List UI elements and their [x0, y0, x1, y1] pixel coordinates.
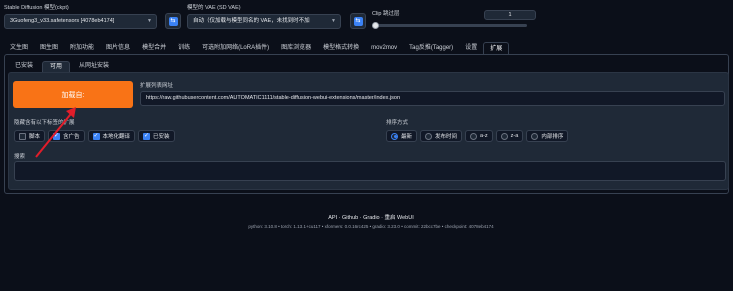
- tab-mov2mov[interactable]: mov2mov: [365, 42, 403, 54]
- checkpoint-label: Stable Diffusion 模型(ckpt): [4, 5, 69, 11]
- tab-image-browser[interactable]: 图库浏览器: [275, 42, 317, 54]
- sort-date-option[interactable]: 发布时间: [420, 130, 463, 142]
- vae-select[interactable]: 自动（仅加载与模型同名的 VAE，未找到时不加 ▼: [187, 14, 341, 29]
- tab-additional-networks[interactable]: 可选附加网络(LoRA插件): [196, 42, 275, 54]
- sort-date-label: 发布时间: [435, 134, 458, 140]
- checkpoint-select[interactable]: 3Guofeng3_v33.safetensors [4078eb4174] ▼: [4, 14, 157, 29]
- refresh-icon: ⇆: [353, 16, 363, 26]
- window-edge: [733, 0, 742, 291]
- checkpoint-value: 3Guofeng3_v33.safetensors [4078eb4174]: [10, 18, 115, 24]
- tab-train[interactable]: 训练: [172, 42, 196, 54]
- search-label: 搜索: [14, 154, 26, 160]
- tab-extensions[interactable]: 扩展: [483, 42, 510, 54]
- tab-png-info[interactable]: 图片信息: [100, 42, 136, 54]
- subtab-install-from-url[interactable]: 从网址安装: [72, 61, 116, 72]
- subtab-available[interactable]: 可用: [42, 61, 71, 72]
- sort-newest-option[interactable]: 最新: [386, 130, 418, 142]
- vae-refresh-button[interactable]: ⇆: [350, 13, 366, 29]
- tab-img2img[interactable]: 图生图: [34, 42, 64, 54]
- tab-extras[interactable]: 附加功能: [64, 42, 100, 54]
- vae-value: 自动（仅加载与模型同名的 VAE，未找到时不加: [193, 18, 310, 24]
- hide-installed-label: 已安装: [153, 134, 170, 140]
- extensions-subtabs: 已安装 可用 从网址安装: [8, 61, 116, 72]
- hide-localization-label: 本地化翻译: [102, 134, 131, 140]
- radio[interactable]: [470, 132, 478, 140]
- sort-az-option[interactable]: a-z: [465, 130, 493, 142]
- tab-txt2img[interactable]: 文生图: [4, 42, 34, 54]
- clip-skip-slider-track[interactable]: [375, 24, 527, 27]
- radio[interactable]: [391, 132, 398, 140]
- chevron-down-icon: ▼: [147, 18, 152, 24]
- sort-internal-option[interactable]: 内部排序: [526, 130, 569, 142]
- clip-skip-label: Clip 跳过层: [372, 11, 400, 17]
- checkbox[interactable]: [143, 132, 151, 140]
- hide-localization-option[interactable]: 本地化翻译: [87, 130, 136, 142]
- sort-za-option[interactable]: z-a: [495, 130, 524, 142]
- refresh-icon: ⇆: [168, 16, 178, 26]
- radio[interactable]: [425, 132, 433, 140]
- clip-skip-slider-handle[interactable]: [372, 22, 379, 29]
- checkpoint-refresh-button[interactable]: ⇆: [165, 13, 181, 29]
- footer-links[interactable]: API · Github · Gradio · 重启 WebUI: [0, 213, 742, 221]
- tab-settings[interactable]: 设置: [459, 42, 483, 54]
- annotation-arrow: [35, 107, 76, 158]
- chevron-down-icon: ▼: [331, 18, 336, 24]
- checkbox[interactable]: [92, 132, 100, 140]
- vae-label: 模型的 VAE (SD VAE): [187, 5, 241, 11]
- footer-version-info: python: 3.10.8 • torch: 1.13.1+cu117 • x…: [248, 224, 494, 229]
- sort-order-group: 最新 发布时间 a-z z-a 内部排序: [386, 130, 569, 142]
- search-input[interactable]: [14, 161, 726, 181]
- checkbox[interactable]: [19, 132, 26, 140]
- subtab-installed[interactable]: 已安装: [8, 61, 40, 72]
- tab-checkpoint-merger[interactable]: 模型合并: [136, 42, 172, 54]
- tab-model-converter[interactable]: 模型格式转换: [317, 42, 365, 54]
- sort-az-label: a-z: [480, 133, 488, 139]
- extension-url-input[interactable]: https://raw.githubusercontent.com/AUTOMA…: [140, 91, 725, 106]
- sort-internal-label: 内部排序: [541, 134, 564, 140]
- sort-za-label: z-a: [510, 133, 519, 139]
- radio[interactable]: [500, 132, 508, 140]
- hide-installed-option[interactable]: 已安装: [138, 130, 175, 142]
- sort-order-label: 排序方式: [386, 120, 409, 126]
- extension-url-label: 扩展列表网址: [140, 83, 174, 89]
- main-tabs: 文生图 图生图 附加功能 图片信息 模型合并 训练 可选附加网络(LoRA插件)…: [4, 42, 510, 54]
- tab-tagger[interactable]: Tag反推(Tagger): [403, 42, 459, 54]
- sort-newest-label: 最新: [401, 134, 413, 140]
- radio[interactable]: [531, 132, 539, 140]
- clip-skip-input[interactable]: 1: [484, 10, 536, 20]
